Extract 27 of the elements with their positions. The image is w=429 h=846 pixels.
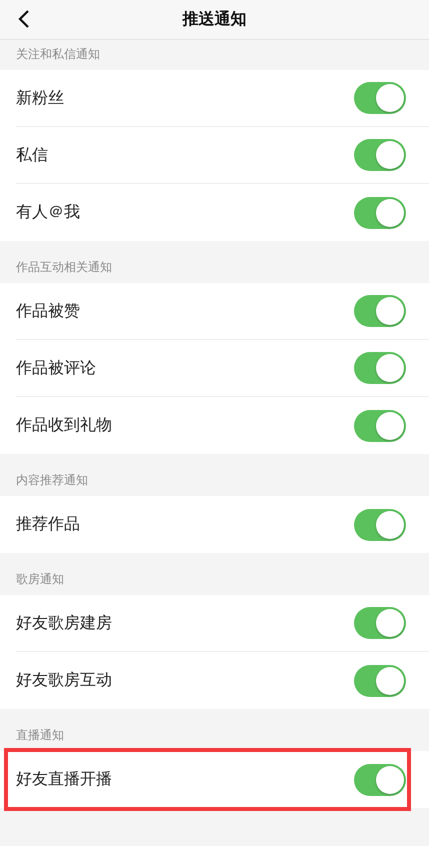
toggle-switch[interactable] [354,410,406,442]
setting-label: 好友直播开播 [16,769,112,790]
toggle-switch[interactable] [354,764,406,796]
toggle-switch[interactable] [354,664,406,696]
setting-label: 作品收到礼物 [16,415,112,436]
toggle-switch[interactable] [354,295,406,327]
setting-label: 私信 [16,144,48,166]
page-title: 推送通知 [182,9,246,30]
setting-label: 作品被赞 [16,300,80,322]
setting-label: 新粉丝 [16,88,64,108]
setting-label: 好友歌房建房 [16,612,112,634]
toggle-switch[interactable] [354,139,406,171]
back-icon[interactable] [18,10,30,28]
section-header: 关注和私信通知 [16,46,100,63]
setting-label: 好友歌房互动 [16,670,112,691]
section-header: 作品互动相关通知 [16,259,112,276]
section-header: 内容推荐通知 [16,472,88,489]
toggle-switch[interactable] [354,607,406,639]
section-header: 歌房通知 [16,571,64,588]
toggle-switch[interactable] [354,196,406,228]
toggle-switch[interactable] [354,352,406,384]
toggle-switch[interactable] [354,508,406,540]
toggle-switch[interactable] [354,82,406,114]
setting-label: 有人＠我 [16,202,80,223]
setting-label: 作品被评论 [16,358,96,378]
setting-label: 推荐作品 [16,514,80,535]
section-header: 直播通知 [16,727,64,744]
